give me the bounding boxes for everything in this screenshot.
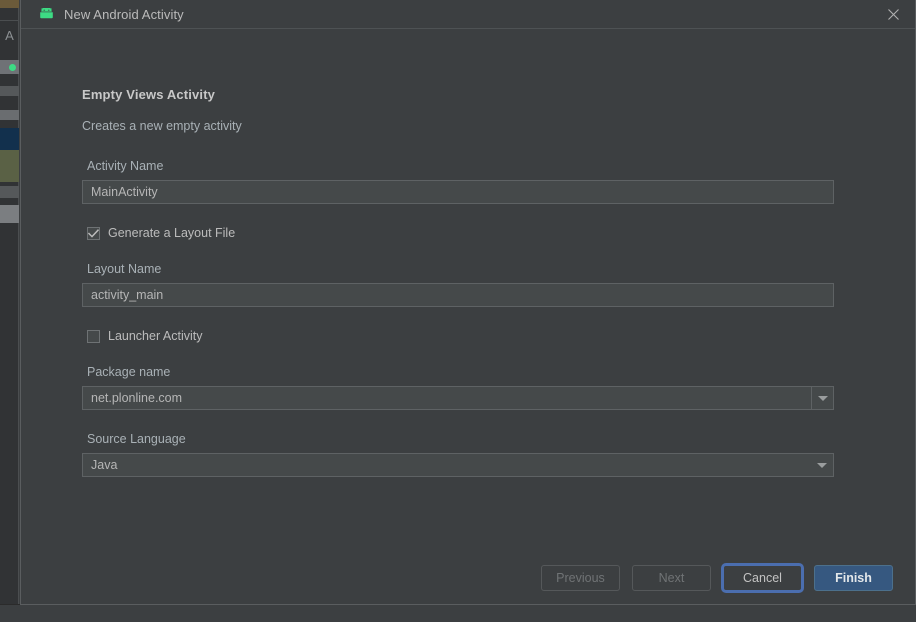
layout-name-label: Layout Name <box>87 262 162 276</box>
activity-name-input[interactable]: MainActivity <box>82 180 834 204</box>
package-name-label: Package name <box>87 365 171 379</box>
launcher-activity-label: Launcher Activity <box>108 329 203 343</box>
activity-name-label: Activity Name <box>87 159 164 173</box>
gutter-mark <box>0 20 19 21</box>
gutter-mark <box>9 64 16 71</box>
package-name-combobox[interactable]: net.plonline.com <box>82 386 834 410</box>
dialog-titlebar: New Android Activity <box>21 0 915 29</box>
template-description: Creates a new empty activity <box>82 119 242 133</box>
gutter-mark <box>0 128 19 150</box>
launcher-activity-checkbox-row[interactable]: Launcher Activity <box>87 329 834 343</box>
source-language-combobox[interactable]: Java <box>82 453 834 477</box>
gutter-mark <box>0 86 19 96</box>
android-robot-icon <box>38 6 54 22</box>
launcher-activity-checkbox[interactable] <box>87 329 100 343</box>
dialog-footer: Previous Next Cancel Finish <box>21 552 915 604</box>
finish-button[interactable]: Finish <box>814 565 893 591</box>
gutter-mark <box>0 186 19 198</box>
gutter-mark <box>0 150 19 182</box>
gutter-mark <box>0 110 19 120</box>
generate-layout-file-checkbox-row[interactable]: Generate a Layout File <box>87 226 834 240</box>
dialog-title: New Android Activity <box>64 6 184 22</box>
package-name-value: net.plonline.com <box>91 391 183 405</box>
checkmark-icon <box>88 228 99 238</box>
new-android-activity-dialog: New Android Activity Empty Views Activit… <box>20 0 916 605</box>
layout-name-input[interactable]: activity_main <box>82 283 834 307</box>
close-icon[interactable] <box>883 4 903 24</box>
chevron-down-icon[interactable] <box>811 387 833 409</box>
source-language-label: Source Language <box>87 432 186 446</box>
activity-form: Empty Views Activity Creates a new empty… <box>82 87 834 499</box>
source-language-value: Java <box>91 458 118 472</box>
ide-bottom-panel <box>0 604 916 622</box>
generate-layout-file-checkbox[interactable] <box>87 226 100 240</box>
gutter-mark: A <box>5 28 14 43</box>
template-title: Empty Views Activity <box>82 87 216 102</box>
next-button[interactable]: Next <box>632 565 711 591</box>
chevron-down-icon[interactable] <box>811 454 833 476</box>
previous-button[interactable]: Previous <box>541 565 620 591</box>
gutter-mark <box>0 205 19 223</box>
generate-layout-file-label: Generate a Layout File <box>108 226 236 240</box>
cancel-button[interactable]: Cancel <box>723 565 802 591</box>
dialog-body: Empty Views Activity Creates a new empty… <box>21 29 915 552</box>
editor-gutter: A <box>0 0 19 604</box>
gutter-mark <box>0 0 19 8</box>
